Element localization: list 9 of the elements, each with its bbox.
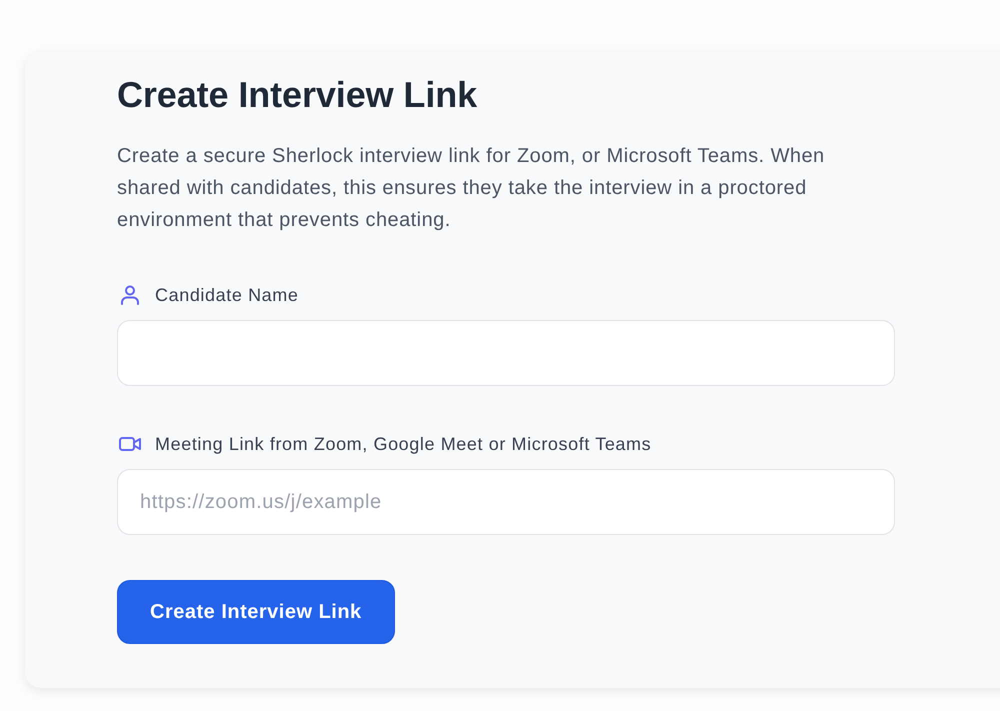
- video-camera-icon: [119, 434, 141, 454]
- form-title: Create Interview Link: [117, 74, 478, 116]
- field-label: Candidate Name: [155, 284, 298, 306]
- create-link-button[interactable]: Create Interview Link: [117, 580, 395, 644]
- field-label: Meeting Link from Zoom, Google Meet or Microsoft Teams: [155, 434, 652, 454]
- form-description: Create a secure Sherlock interview link for Zoom, or Microsoft Teams. When shared with candidates, this ensures they take the interview in a proctored environment that prevents cheating.: [117, 144, 826, 233]
- input-field[interactable]: https://zoom.us/j/example: [117, 469, 895, 535]
- person-icon: [119, 285, 141, 305]
- input-field[interactable]: [117, 320, 895, 386]
